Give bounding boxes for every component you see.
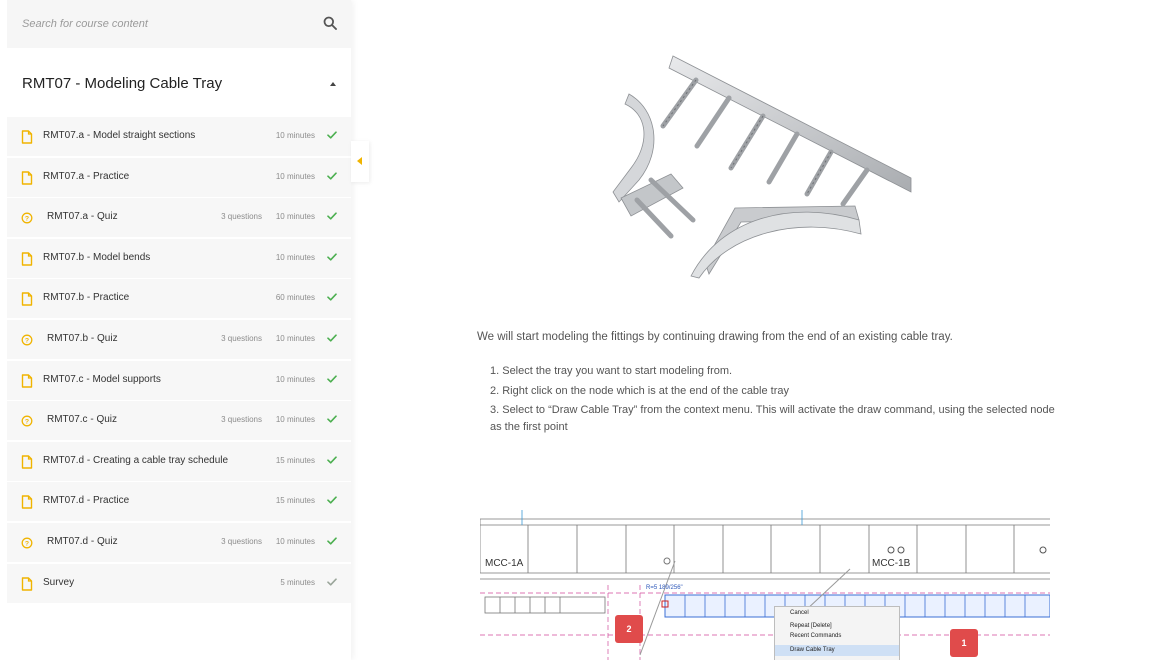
lesson-duration: 10 minutes bbox=[275, 334, 315, 343]
caret-left-icon bbox=[357, 157, 362, 165]
check-icon bbox=[327, 415, 337, 423]
check-icon bbox=[327, 131, 337, 139]
check-icon bbox=[327, 293, 337, 301]
module-title: RMT07 - Modeling Cable Tray bbox=[22, 75, 223, 92]
callout-badge-2: 2 bbox=[615, 615, 643, 643]
lesson-content: We will start modeling the fittings by c… bbox=[371, 0, 1172, 660]
lesson-duration: 15 minutes bbox=[275, 496, 315, 505]
step-2: 2. Right click on the node which is at t… bbox=[490, 384, 790, 397]
document-icon bbox=[21, 374, 33, 388]
lesson-question-count: 3 questions bbox=[221, 334, 262, 343]
lesson-item[interactable]: RMT07.d - Creating a cable tray schedule… bbox=[7, 442, 351, 481]
lesson-item[interactable]: RMT07.d - Practice 15 minutes bbox=[7, 482, 351, 521]
svg-text:?: ? bbox=[25, 338, 29, 345]
lesson-duration: 10 minutes bbox=[275, 415, 315, 424]
svg-text:?: ? bbox=[25, 216, 29, 223]
lesson-title: RMT07.d - Quiz bbox=[47, 536, 118, 547]
document-icon bbox=[21, 455, 33, 469]
check-icon bbox=[327, 496, 337, 504]
lesson-item[interactable]: ? RMT07.c - Quiz 3 questions 10 minutes bbox=[7, 401, 351, 440]
context-menu-item: Recent Commands bbox=[790, 633, 842, 639]
document-icon bbox=[21, 171, 33, 185]
lesson-duration: 10 minutes bbox=[275, 172, 315, 181]
callout-badge-1: 1 bbox=[950, 629, 978, 657]
lesson-item[interactable]: RMT07.a - Practice 10 minutes bbox=[7, 158, 351, 197]
document-icon bbox=[21, 130, 33, 144]
step-3-continued: as the first point bbox=[490, 421, 568, 433]
document-icon bbox=[21, 577, 33, 591]
check-icon bbox=[327, 537, 337, 545]
lesson-question-count: 3 questions bbox=[221, 415, 262, 424]
check-icon bbox=[327, 172, 337, 180]
svg-text:?: ? bbox=[25, 419, 29, 426]
lesson-question-count: 3 questions bbox=[221, 537, 262, 546]
context-menu-item-highlighted: Draw Cable Tray bbox=[775, 645, 899, 656]
cad-dimension: R=5 189/256" bbox=[646, 585, 683, 591]
lesson-title: Survey bbox=[43, 577, 75, 588]
cable-tray-tee-image bbox=[612, 55, 912, 279]
lesson-question-count: 3 questions bbox=[221, 212, 262, 221]
cad-screenshot: MCC-1A MCC-1B R=5 189/256" Cancel Repeat… bbox=[480, 505, 1050, 660]
lesson-title: RMT07.a - Quiz bbox=[47, 211, 118, 222]
step-3: 3. Select to “Draw Cable Tray” from the … bbox=[490, 404, 1055, 416]
context-menu-item: Cancel bbox=[790, 610, 809, 616]
check-icon bbox=[327, 456, 337, 464]
context-menu-item: Repeat [Delete] bbox=[790, 623, 832, 629]
lesson-title: RMT07.b - Quiz bbox=[47, 333, 118, 344]
lesson-title: RMT07.b - Model bends bbox=[43, 252, 151, 263]
lesson-duration: 60 minutes bbox=[275, 293, 315, 302]
steps-list: 1. Select the tray you want to start mod… bbox=[490, 362, 1055, 421]
check-icon bbox=[327, 334, 337, 342]
module-header[interactable]: RMT07 - Modeling Cable Tray bbox=[7, 49, 351, 116]
course-sidebar: RMT07 - Modeling Cable Tray RMT07.a - Mo… bbox=[0, 0, 351, 660]
lesson-item[interactable]: RMT07.b - Practice 60 minutes bbox=[7, 279, 351, 318]
lesson-item[interactable]: RMT07.c - Model supports 10 minutes bbox=[7, 361, 351, 400]
caret-up-icon[interactable] bbox=[330, 82, 336, 86]
lesson-item[interactable]: Survey 5 minutes bbox=[7, 564, 351, 603]
search-bar bbox=[7, 0, 351, 48]
search-icon[interactable] bbox=[323, 16, 337, 30]
lesson-title: RMT07.d - Creating a cable tray schedule bbox=[43, 455, 229, 466]
svg-text:?: ? bbox=[25, 541, 29, 548]
document-icon bbox=[21, 292, 33, 306]
lesson-item[interactable]: RMT07.b - Model bends 10 minutes bbox=[7, 239, 351, 278]
intro-paragraph: We will start modeling the fittings by c… bbox=[477, 331, 953, 343]
check-icon bbox=[327, 253, 337, 261]
cad-label-mcc1b: MCC-1B bbox=[872, 558, 911, 569]
search-input[interactable] bbox=[7, 0, 307, 48]
document-icon bbox=[21, 495, 33, 509]
lesson-title: RMT07.d - Practice bbox=[43, 495, 130, 506]
lesson-duration: 5 minutes bbox=[280, 578, 315, 587]
lesson-duration: 10 minutes bbox=[275, 375, 315, 384]
lesson-title: RMT07.c - Quiz bbox=[47, 414, 118, 425]
check-icon bbox=[327, 375, 337, 383]
quiz-icon: ? bbox=[21, 415, 33, 427]
lesson-title: RMT07.a - Model straight sections bbox=[43, 130, 196, 141]
quiz-icon: ? bbox=[21, 334, 33, 346]
lesson-duration: 10 minutes bbox=[275, 131, 315, 140]
lesson-title: RMT07.a - Practice bbox=[43, 171, 130, 182]
lesson-title: RMT07.b - Practice bbox=[43, 292, 130, 303]
check-icon bbox=[327, 578, 337, 586]
lesson-duration: 10 minutes bbox=[275, 537, 315, 546]
lesson-duration: 10 minutes bbox=[275, 253, 315, 262]
collapse-sidebar-button[interactable] bbox=[351, 141, 369, 182]
lesson-item[interactable]: ? RMT07.a - Quiz 3 questions 10 minutes bbox=[7, 198, 351, 237]
lesson-item[interactable]: RMT07.a - Model straight sections 10 minu… bbox=[7, 117, 351, 156]
quiz-icon: ? bbox=[21, 537, 33, 549]
lesson-duration: 10 minutes bbox=[275, 212, 315, 221]
cad-label-mcc1a: MCC-1A bbox=[485, 558, 524, 569]
lesson-item[interactable]: ? RMT07.b - Quiz 3 questions 10 minutes bbox=[7, 320, 351, 359]
quiz-icon: ? bbox=[21, 212, 33, 224]
check-icon bbox=[327, 212, 337, 220]
lesson-item[interactable]: ? RMT07.d - Quiz 3 questions 10 minutes bbox=[7, 523, 351, 562]
context-menu: Cancel Repeat [Delete] Recent Commands D… bbox=[774, 606, 900, 660]
step-1: 1. Select the tray you want to start mod… bbox=[490, 365, 733, 377]
lesson-duration: 15 minutes bbox=[275, 456, 315, 465]
document-icon bbox=[21, 252, 33, 266]
lesson-title: RMT07.c - Model supports bbox=[43, 374, 161, 385]
